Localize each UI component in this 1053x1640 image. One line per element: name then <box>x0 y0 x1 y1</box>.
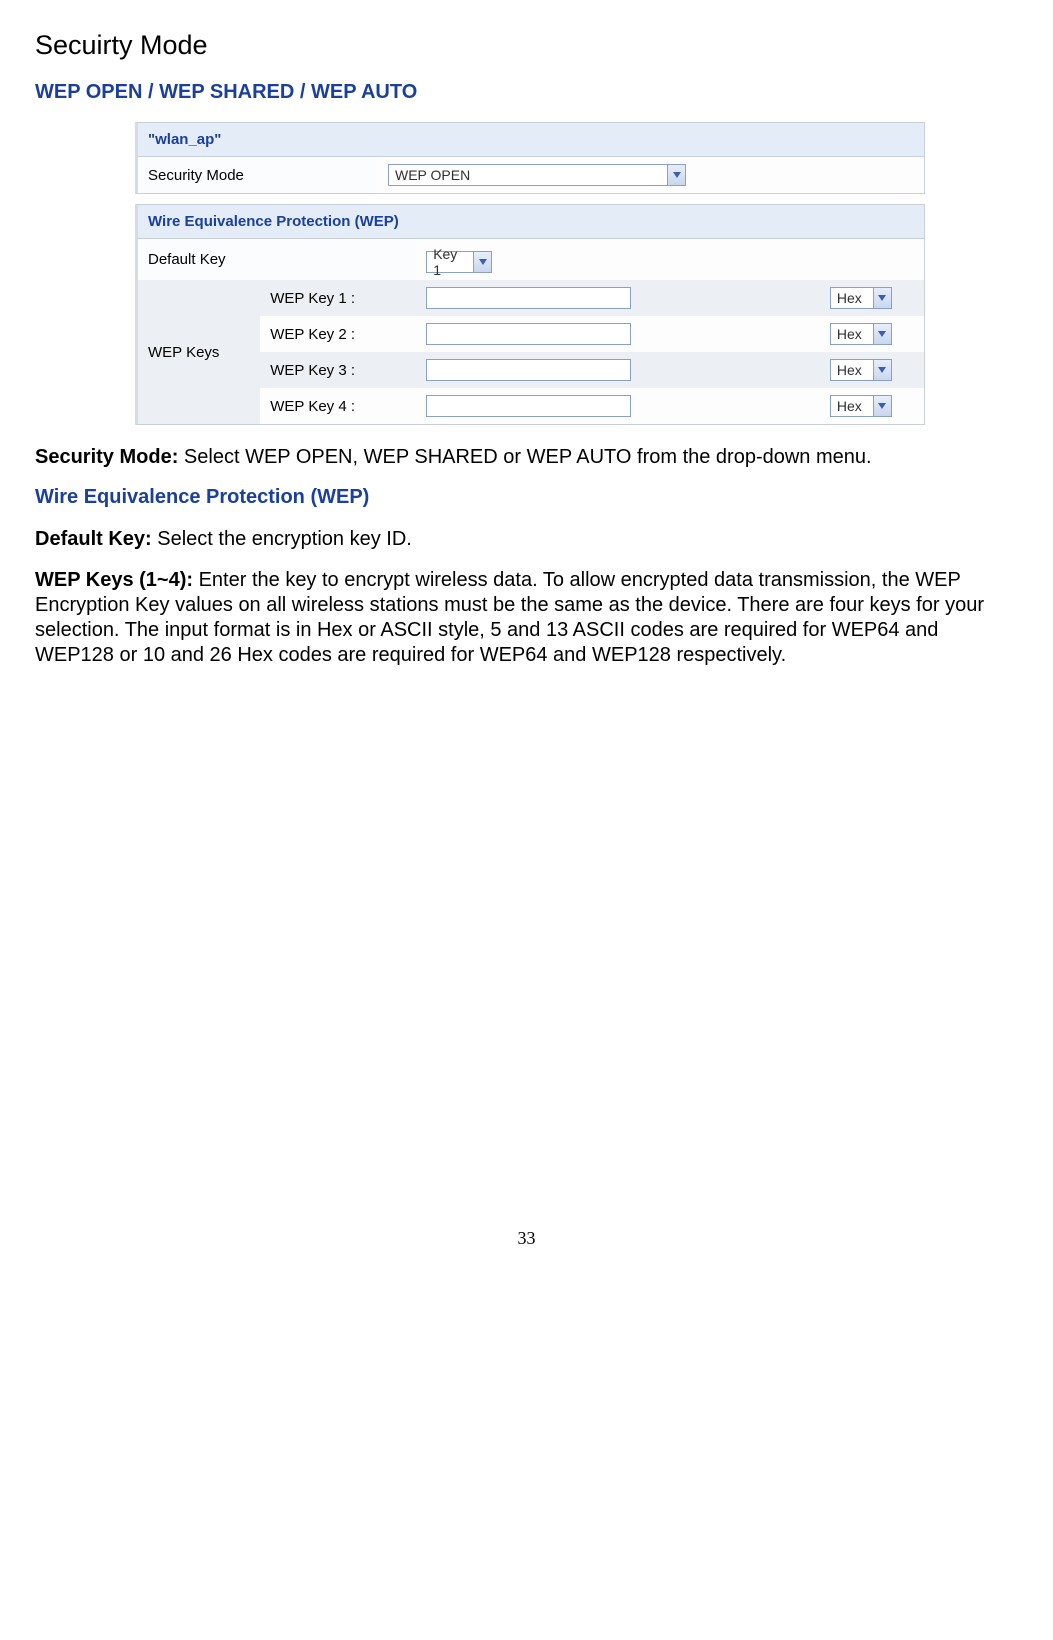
chevron-down-icon <box>873 360 891 380</box>
wep-key-4-input[interactable] <box>426 395 631 417</box>
wep-key-2-input[interactable] <box>426 323 631 345</box>
wep-key-4-format-value: Hex <box>831 398 873 414</box>
security-mode-select-value: WEP OPEN <box>389 167 667 183</box>
page-title: Secuirty Mode <box>35 30 1018 61</box>
wep-keys-group-label: WEP Keys <box>138 280 260 424</box>
wep-key-3-label: WEP Key 3 : <box>260 352 416 388</box>
paragraph-default-key-label: Default Key: <box>35 528 157 550</box>
wep-key-1-format-value: Hex <box>831 290 873 306</box>
wep-key-1-format-select[interactable]: Hex <box>830 287 892 309</box>
wep-key-3-format-select[interactable]: Hex <box>830 359 892 381</box>
paragraph-wep-keys-label: WEP Keys (1~4): <box>35 569 199 591</box>
panel-wep-header: Wire Equivalence Protection (WEP) <box>138 205 924 239</box>
chevron-down-icon <box>873 288 891 308</box>
default-key-select-value: Key 1 <box>427 246 473 278</box>
paragraph-wep-keys: WEP Keys (1~4): Enter the key to encrypt… <box>35 568 1018 668</box>
heading-wep-types: WEP OPEN / WEP SHARED / WEP AUTO <box>35 81 1018 104</box>
default-key-field: Key 1 <box>416 239 924 280</box>
chevron-down-icon <box>873 324 891 344</box>
chevron-down-icon <box>473 252 491 272</box>
paragraph-security-mode: Security Mode: Select WEP OPEN, WEP SHAR… <box>35 445 1018 470</box>
page-number: 33 <box>35 1228 1018 1249</box>
wep-key-1-label: WEP Key 1 : <box>260 280 416 316</box>
paragraph-default-key-body: Select the encryption key ID. <box>157 528 412 550</box>
panel-wlan-ap: "wlan_ap" Security Mode WEP OPEN <box>135 122 925 194</box>
wep-key-2-label: WEP Key 2 : <box>260 316 416 352</box>
paragraph-security-mode-body: Select WEP OPEN, WEP SHARED or WEP AUTO … <box>184 446 872 468</box>
chevron-down-icon <box>873 396 891 416</box>
wep-key-1-input[interactable] <box>426 287 631 309</box>
default-key-label: Default Key <box>138 239 416 280</box>
wep-key-4-format-select[interactable]: Hex <box>830 395 892 417</box>
security-mode-select[interactable]: WEP OPEN <box>388 164 686 186</box>
panel-wlan-ap-header: "wlan_ap" <box>138 123 924 157</box>
wep-key-2-format-select[interactable]: Hex <box>830 323 892 345</box>
wep-key-3-input[interactable] <box>426 359 631 381</box>
paragraph-security-mode-label: Security Mode: <box>35 446 184 468</box>
panel-wep: Wire Equivalence Protection (WEP) Defaul… <box>135 204 925 425</box>
security-mode-field: WEP OPEN <box>378 157 924 193</box>
default-key-select[interactable]: Key 1 <box>426 251 492 273</box>
wep-key-4-label: WEP Key 4 : <box>260 388 416 424</box>
config-screenshot: "wlan_ap" Security Mode WEP OPEN Wire Eq… <box>135 122 925 425</box>
security-mode-label: Security Mode <box>138 157 378 193</box>
heading-wep-section: Wire Equivalence Protection (WEP) <box>35 486 1018 509</box>
chevron-down-icon <box>667 165 685 185</box>
paragraph-default-key: Default Key: Select the encryption key I… <box>35 527 1018 552</box>
wep-key-3-format-value: Hex <box>831 362 873 378</box>
wep-key-2-format-value: Hex <box>831 326 873 342</box>
